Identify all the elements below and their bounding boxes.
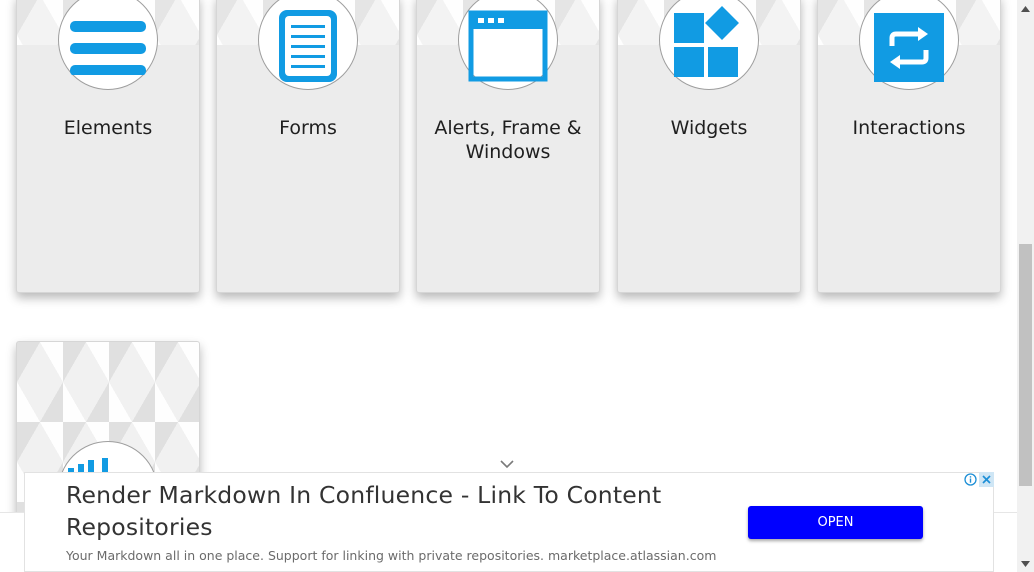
card-interactions[interactable]: Interactions	[817, 0, 1001, 293]
ad-headline[interactable]: Render Markdown In Confluence - Link To …	[66, 479, 726, 543]
card-avatar	[859, 0, 959, 90]
ad-choices	[963, 472, 994, 487]
scroll-up-arrow-icon[interactable]	[1017, 0, 1034, 17]
card-title: Interactions	[852, 117, 966, 139]
card-widgets[interactable]: Widgets	[617, 0, 801, 293]
ad-description: Your Markdown all in one place. Support …	[66, 548, 717, 563]
ad-open-button[interactable]: OPEN	[748, 506, 923, 539]
advertisement[interactable]: Render Markdown In Confluence - Link To …	[24, 472, 994, 572]
card-title: Alerts, Frame & Windows	[434, 117, 582, 163]
widgets-icon	[674, 6, 739, 77]
info-icon[interactable]	[963, 472, 978, 487]
card-elements[interactable]: Elements	[16, 0, 200, 293]
card-title: Elements	[63, 117, 153, 139]
scrollbar-thumb[interactable]	[1019, 244, 1032, 486]
vertical-scrollbar[interactable]	[1017, 0, 1034, 572]
card-avatar	[659, 0, 759, 90]
hamburger-icon	[70, 21, 146, 75]
card-forms[interactable]: Forms	[216, 0, 400, 293]
card-title: Widgets	[670, 117, 748, 139]
scroll-down-arrow-icon[interactable]	[1017, 555, 1034, 572]
document-icon	[279, 10, 337, 82]
card-avatar	[258, 0, 358, 90]
card-alerts-frame-windows[interactable]: Alerts, Frame & Windows	[416, 0, 600, 293]
chevron-down-icon	[500, 460, 514, 469]
card-avatar	[58, 0, 158, 90]
window-icon	[468, 10, 548, 82]
repeat-icon	[874, 13, 944, 82]
card-title: Forms	[279, 117, 337, 139]
close-icon[interactable]	[979, 472, 994, 487]
card-avatar	[458, 0, 558, 90]
